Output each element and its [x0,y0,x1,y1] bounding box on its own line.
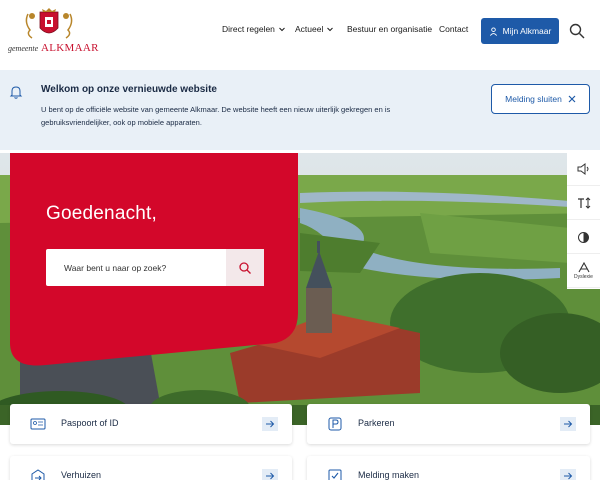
municipality-logo[interactable]: gemeente ALKMAAR [8,8,98,54]
nav-item-bestuur[interactable]: Bestuur en organisatie [347,24,432,34]
nav-label: Direct regelen [222,24,275,34]
greeting-heading: Goedenacht, [46,203,158,224]
contrast-icon [578,231,589,243]
bell-icon [9,86,23,99]
quick-link-card[interactable]: Parkeren [307,404,590,444]
close-notice-label: Melding sluiten [505,94,562,104]
arrow-right-icon [262,469,278,480]
dyslexia-icon [578,262,589,273]
mijn-alkmaar-button[interactable]: Mijn Alkmaar [481,18,559,44]
nav-item-actueel[interactable]: Actueel [295,24,334,34]
parking-icon [328,417,342,431]
site-header: gemeente ALKMAAR Direct regelen Actueel … [0,0,600,62]
chevron-down-icon [279,27,285,32]
moving-icon [31,469,45,480]
coat-of-arms-icon [25,8,73,39]
nav-item-direct-regelen[interactable]: Direct regelen [222,24,286,34]
banner-title: Welkom op onze vernieuwde website [41,84,217,95]
speaker-icon [577,163,588,175]
logo-text-gemeente: gemeente [8,44,39,53]
report-icon [328,469,342,480]
text-size-icon [577,197,590,209]
close-icon [568,95,576,103]
dyslexia-label: Dyslexie [574,274,593,280]
text-size-button[interactable] [567,187,600,220]
nav-label: Contact [439,24,469,34]
banner-text: U bent op de officiële website van gemee… [41,105,391,127]
arrow-right-icon [262,417,278,431]
search-icon[interactable] [568,22,586,40]
card-label: Melding maken [358,470,420,480]
mijn-alkmaar-label: Mijn Alkmaar [502,26,552,36]
contrast-button[interactable] [567,221,600,254]
search-input[interactable] [46,249,226,286]
card-label: Paspoort of ID [61,418,119,428]
nav-label: Actueel [295,24,324,34]
quick-link-card[interactable]: Paspoort of ID [10,404,292,444]
card-label: Parkeren [358,418,395,428]
nav-item-contact[interactable]: Contact [439,24,468,34]
search-submit-button[interactable] [226,249,264,286]
arrow-right-icon [560,469,576,480]
accessibility-toolbar: Dyslexie [567,153,600,289]
arrow-right-icon [560,417,576,431]
logo-text-alkmaar: ALKMAAR [41,42,99,54]
site-search [46,249,264,286]
card-label: Verhuizen [61,470,102,480]
search-icon [239,261,251,274]
dyslexia-button[interactable]: Dyslexie [567,255,600,288]
nav-label: Bestuur en organisatie [347,24,433,34]
user-icon [489,26,497,36]
id-card-icon [30,418,46,430]
quick-link-card[interactable]: Verhuizen [10,456,292,480]
quick-link-card[interactable]: Melding maken [307,456,590,480]
read-aloud-button[interactable] [567,153,600,186]
chevron-down-icon [327,27,334,32]
close-notice-button[interactable]: Melding sluiten [491,84,590,114]
